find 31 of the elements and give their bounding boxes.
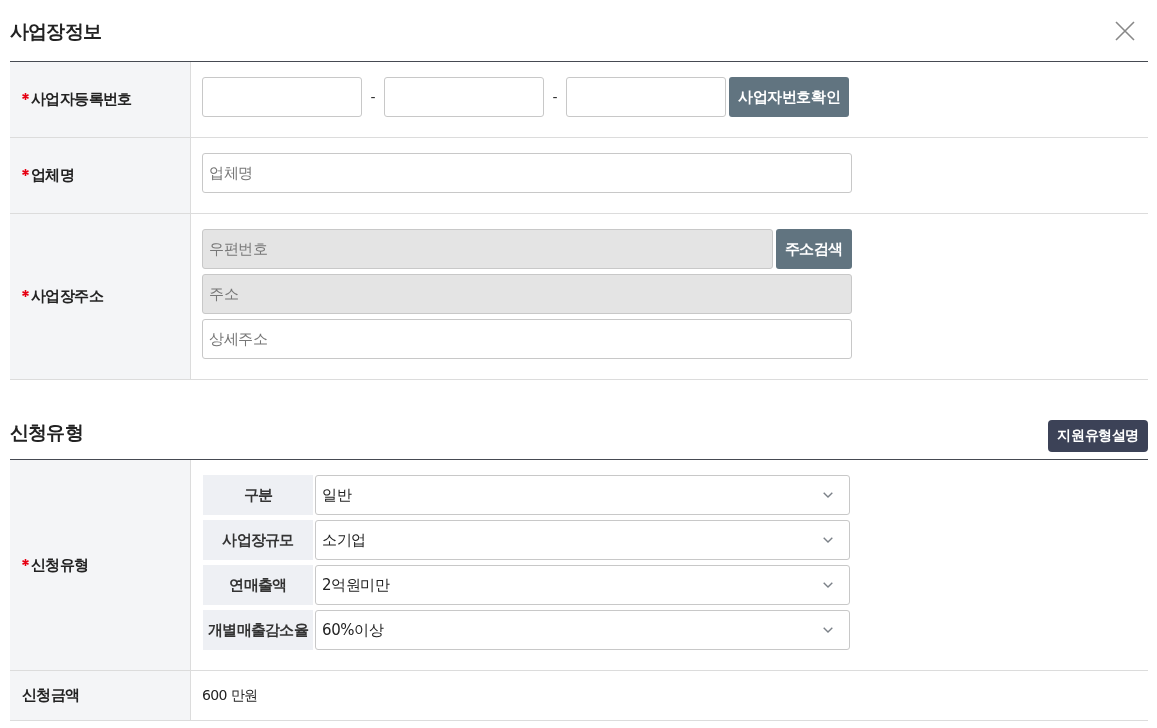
chevron-down-icon [823, 582, 833, 588]
select-label: 사업장규모 [203, 520, 313, 560]
dropdown[interactable]: 60%이상 [315, 610, 850, 650]
hyphen-text: - [369, 89, 377, 105]
select-label: 개별매출감소율 [203, 610, 313, 650]
field-label: 신청금액 [22, 686, 80, 705]
field-label: 업체명 [31, 166, 75, 185]
close-icon [1115, 20, 1135, 41]
dropdown[interactable]: 일반 [315, 475, 850, 515]
text-input[interactable] [566, 77, 726, 117]
field-label: 사업자등록번호 [31, 90, 132, 109]
hyphen-text: - [551, 89, 559, 105]
text-input[interactable]: 상세주소 [202, 319, 852, 359]
field-label: 사업장주소 [31, 287, 103, 306]
field-label: 신청유형 [31, 555, 89, 575]
chevron-down-icon [823, 627, 833, 633]
chevron-down-icon [823, 537, 833, 543]
guide-button[interactable]: 지원유형설명 [1048, 420, 1148, 452]
dropdown[interactable]: 소기업 [315, 520, 850, 560]
text-input[interactable]: 업체명 [202, 153, 852, 193]
amount-text: 600 만원 [202, 686, 258, 705]
section-title: 사업장정보 [10, 18, 101, 44]
dropdown[interactable]: 2억원미만 [315, 565, 850, 605]
select-label: 구분 [203, 475, 313, 515]
chevron-down-icon [823, 492, 833, 498]
action-button[interactable]: 사업자번호확인 [729, 77, 850, 117]
text-input[interactable] [202, 77, 362, 117]
text-input[interactable] [384, 77, 544, 117]
section-title: 신청유형 [10, 420, 83, 445]
select-label: 연매출액 [203, 565, 313, 605]
close-button[interactable] [1115, 20, 1135, 41]
